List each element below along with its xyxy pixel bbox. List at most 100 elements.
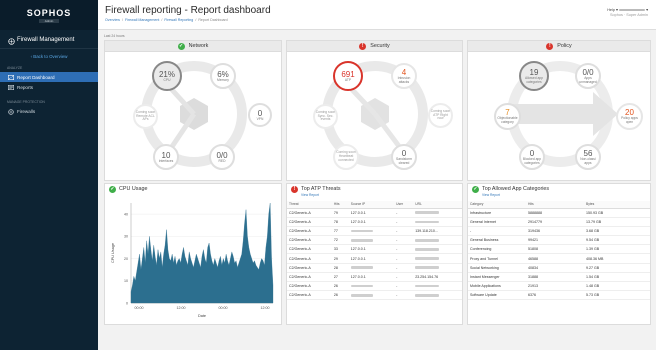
red-stat[interactable]: 0/0 RED bbox=[209, 144, 235, 170]
policy-apps-stat[interactable]: 20 Policy apps open bbox=[616, 103, 643, 130]
cell-url bbox=[413, 263, 462, 273]
apps-unmanaged-stat[interactable]: 0/0 Apps unmanaged bbox=[575, 63, 601, 89]
coming-soon-heartbeat: Coming soon Heartbeat connected bbox=[333, 144, 359, 170]
cell-hits: 77 bbox=[331, 226, 349, 237]
table-row[interactable]: General Internet 2914779 13.79 GB bbox=[468, 217, 650, 227]
cell-url: 139.118.210... bbox=[413, 226, 462, 237]
back-to-overview-link[interactable]: ‹ Back to Overview bbox=[0, 49, 98, 62]
y-axis-label: CPU Usage bbox=[111, 243, 115, 263]
table-row[interactable]: C2/Generic-A 77 -139.118.210... bbox=[287, 226, 462, 237]
col-url[interactable]: URL bbox=[413, 201, 462, 209]
atp-threats-panel: ! Top ATP Threats View Report Threat Hit… bbox=[286, 183, 463, 325]
table-row[interactable]: C2/Generic-A 28 - bbox=[287, 263, 462, 273]
sidebar-item-label: Firewalls bbox=[17, 108, 36, 114]
table-row[interactable]: C2/Generic-A 33 127.0.0.1- bbox=[287, 244, 462, 255]
cpu-usage-panel: ✓ CPU Usage 0 10 20 30 40 00:00 12:00 00:00 12:0… bbox=[104, 183, 282, 325]
cell-user: - bbox=[394, 281, 414, 292]
table-row[interactable]: C2/Generic-A 78 127.0.0.1- bbox=[287, 217, 462, 227]
col-user[interactable]: User bbox=[394, 201, 414, 209]
cell-category: Social Networking bbox=[468, 263, 526, 273]
table-row[interactable]: C2/Generic-A 72 - bbox=[287, 235, 462, 246]
cell-bytes: 9.27 GB bbox=[584, 263, 650, 273]
table-row[interactable]: Instant Messenger 31888 1.54 GB bbox=[468, 272, 650, 283]
x-tick-label: 00:00 bbox=[219, 306, 228, 310]
table-row[interactable]: Proxy and Tunnel 46588 408.36 MB bbox=[468, 253, 650, 264]
cell-source-ip bbox=[348, 235, 395, 246]
table-row[interactable]: Software Update 6376 5.73 GB bbox=[468, 290, 650, 301]
sidebar-item-report-dashboard[interactable]: Report Dashboard bbox=[0, 72, 98, 82]
col-hits[interactable]: Hits bbox=[331, 201, 349, 209]
sidebar-item-reports[interactable]: Reports bbox=[0, 82, 98, 92]
redacted-url bbox=[415, 257, 440, 260]
redacted-ip bbox=[350, 284, 373, 288]
cell-hits: 51808 bbox=[526, 244, 584, 255]
redacted-url bbox=[415, 284, 440, 288]
interfaces-stat[interactable]: 10 Interfaces bbox=[153, 144, 179, 170]
table-row[interactable]: General Business 99421 9.54 GB bbox=[468, 235, 650, 246]
sophos-logo[interactable]: SOPHOS bbox=[27, 8, 72, 18]
redacted-url bbox=[415, 220, 440, 224]
blocked-app-categories-stat[interactable]: 0 Blocked app categories bbox=[519, 144, 545, 170]
cell-source-ip bbox=[348, 226, 395, 237]
intrusion-attacks-stat[interactable]: 4 Intrusion attacks bbox=[391, 63, 417, 89]
cell-source-ip: 127.0.0.1 bbox=[348, 272, 395, 283]
table-row[interactable]: C2/Generic-A 26 - bbox=[287, 281, 462, 292]
col-category[interactable]: Category bbox=[468, 201, 526, 209]
cell-hits: 27 bbox=[331, 272, 349, 283]
security-panel-title: ! Security bbox=[287, 41, 462, 52]
cell-bytes: 13.79 GB bbox=[584, 217, 650, 227]
breadcrumb-item[interactable]: Overview bbox=[105, 18, 120, 22]
allowed-app-categories-stat[interactable]: 19 Allowed app categories bbox=[519, 61, 549, 91]
coming-soon-atp-right-now: Coming soon ATP Right now bbox=[428, 103, 453, 128]
table-row[interactable]: Conferencing 51808 1.39 GB bbox=[468, 244, 650, 255]
vpn-stat[interactable]: 0 VPN bbox=[248, 103, 272, 127]
table-row[interactable]: C2/Generic-A 27 127.0.0.1-23.254.154.76 bbox=[287, 272, 462, 283]
cell-category: Proxy and Tunnel bbox=[468, 253, 526, 264]
cell-user: - bbox=[394, 226, 414, 237]
sidebar: SOPHOS Admin Firewall Management ‹ Back … bbox=[0, 0, 98, 350]
breadcrumb-item[interactable]: Firewall Management bbox=[125, 18, 159, 22]
help-menu[interactable]: Help ▾ ▾ bbox=[607, 7, 648, 12]
y-tick-label: 20 bbox=[124, 257, 128, 261]
brand: SOPHOS Admin bbox=[0, 0, 98, 30]
atp-stat[interactable]: 691 ATP bbox=[333, 61, 363, 91]
table-row[interactable]: -319436 3.68 GB bbox=[468, 226, 650, 237]
redacted-url bbox=[415, 294, 440, 297]
col-source-ip[interactable]: Source IP bbox=[348, 201, 395, 209]
cell-user: - bbox=[394, 253, 414, 264]
cell-user: - bbox=[394, 217, 414, 227]
table-row[interactable]: C2/Generic-A 29 127.0.0.1- bbox=[287, 253, 462, 264]
memory-stat[interactable]: 6% Memory bbox=[210, 63, 236, 89]
table-row[interactable]: Mobile Applications 21913 1.48 GB bbox=[468, 281, 650, 292]
cell-threat: C2/Generic-A bbox=[287, 263, 332, 273]
reports-icon bbox=[8, 84, 15, 90]
objectionable-category-stat[interactable]: 7 Objectionable category bbox=[494, 103, 521, 130]
breadcrumb-item[interactable]: Firewall Reporting bbox=[164, 18, 193, 22]
view-report-link[interactable]: View Report bbox=[301, 193, 319, 197]
cell-url bbox=[413, 290, 462, 301]
col-hits[interactable]: Hits bbox=[526, 201, 584, 209]
user-menu[interactable]: Help ▾ ▾ Sophos · Super Admin bbox=[607, 7, 648, 17]
cell-threat: C2/Generic-A bbox=[287, 281, 332, 292]
sandstorm-stat[interactable]: 0 Sandstorm cleared bbox=[391, 144, 417, 170]
cell-category: Instant Messenger bbox=[468, 272, 526, 283]
table-row[interactable]: C2/Generic-A 26 - bbox=[287, 290, 462, 301]
redacted-url bbox=[415, 248, 440, 251]
sidebar-item-firewalls[interactable]: Firewalls bbox=[0, 106, 98, 116]
col-threat[interactable]: Threat bbox=[287, 201, 332, 209]
cpu-stat[interactable]: 21% CPU bbox=[152, 61, 182, 91]
x-axis-label: Date bbox=[198, 314, 206, 318]
col-bytes[interactable]: Bytes bbox=[584, 201, 650, 209]
cell-category: Mobile Applications bbox=[468, 281, 526, 292]
redacted-ip bbox=[350, 229, 373, 233]
cpu-usage-chart: 0 10 20 30 40 00:00 12:00 00:00 12:00 Date CPU Usa… bbox=[111, 202, 274, 318]
redacted-ip bbox=[350, 238, 373, 242]
y-tick-label: 10 bbox=[124, 279, 128, 283]
cell-source-ip: 127.0.0.1 bbox=[348, 253, 395, 264]
table-row[interactable]: Infrastructure 5888888 150.93 GB bbox=[468, 208, 650, 218]
table-row[interactable]: C2/Generic-A 79 127.0.0.1- bbox=[287, 208, 462, 218]
cell-bytes: 1.54 GB bbox=[584, 272, 650, 283]
table-row[interactable]: Social Networking 40834 9.27 GB bbox=[468, 263, 650, 273]
view-report-link[interactable]: View Report bbox=[482, 193, 500, 197]
non-classified-apps-stat[interactable]: 56 Non-classi apps bbox=[575, 144, 601, 170]
